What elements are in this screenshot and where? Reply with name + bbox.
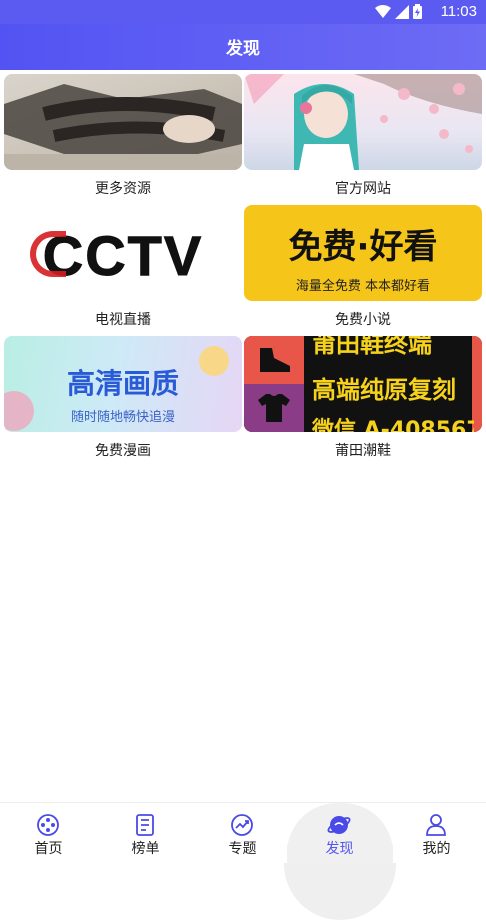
status-time: 11:03 — [440, 3, 477, 20]
discover-item-free-novels[interactable]: 免费·好看 海量全免费 本本都好看 免费小说 — [244, 201, 482, 332]
discover-item-official-site[interactable]: 官方网站 — [244, 70, 482, 201]
item-label: 免费漫画 — [95, 443, 151, 459]
item-thumbnail — [244, 74, 482, 170]
battery-icon — [413, 4, 422, 19]
tab-label: 我的 — [422, 841, 451, 857]
discover-item-tv-live[interactable]: CCTV 电视直播 — [4, 201, 242, 332]
banner-main-text: 免费·好看 — [288, 227, 438, 267]
header: 发现 — [0, 24, 486, 70]
shirt-icon — [258, 394, 290, 422]
item-label: 莆田潮鞋 — [335, 443, 391, 459]
discover-item-more-resources[interactable]: 更多资源 — [4, 70, 242, 201]
discover-item-free-comics[interactable]: 高清画质 随时随地畅快追漫 免费漫画 — [4, 332, 242, 463]
tab-rankings[interactable]: 榜单 — [97, 803, 194, 863]
item-thumbnail: 免费·好看 海量全免费 本本都好看 — [244, 205, 482, 301]
tab-home[interactable]: 首页 — [0, 803, 97, 863]
anime-image — [244, 74, 482, 170]
status-icons — [375, 4, 422, 19]
bottom-tab-bar: 首页 榜单 专题 发现 我的 — [0, 802, 486, 863]
status-bar: 11:03 — [0, 0, 486, 24]
discover-icon — [327, 816, 351, 834]
list-icon — [136, 814, 154, 836]
item-label: 免费小说 — [335, 312, 391, 328]
topic-icon — [231, 814, 253, 836]
shoe-icon — [260, 348, 290, 372]
banner-sub-text: 随时随地畅快追漫 — [70, 410, 175, 425]
item-label: 电视直播 — [95, 312, 151, 328]
tab-topics[interactable]: 专题 — [194, 803, 291, 863]
banner-line-2: 高端纯原复刻 — [312, 376, 456, 404]
home-icon — [37, 814, 59, 836]
banner-line-1: 莆田鞋终端 — [312, 336, 432, 358]
page-title: 发现 — [226, 39, 260, 59]
banner-sub-text: 海量全免费 本本都好看 — [295, 279, 431, 294]
tab-label: 发现 — [325, 841, 354, 857]
banner-line-3: 微信 A-4085675 — [312, 418, 474, 432]
tab-profile[interactable]: 我的 — [388, 803, 485, 863]
item-label: 更多资源 — [95, 181, 151, 197]
banner-main-text: 高清画质 — [66, 367, 179, 400]
photo-image — [4, 84, 242, 170]
tab-label: 首页 — [34, 841, 63, 857]
item-thumbnail: 高清画质 随时随地畅快追漫 — [4, 336, 242, 432]
wifi-icon — [375, 4, 391, 18]
item-thumbnail: 莆田鞋终端 高端纯原复刻 微信 A-4085675 — [244, 336, 482, 432]
item-thumbnail — [4, 74, 242, 170]
item-label: 官方网站 — [335, 181, 391, 197]
discover-item-putian-shoes[interactable]: 莆田鞋终端 高端纯原复刻 微信 A-4085675 莆田潮鞋 — [244, 332, 482, 463]
tab-label: 专题 — [228, 841, 257, 857]
user-icon — [426, 814, 446, 836]
signal-icon — [395, 4, 409, 19]
tab-label: 榜单 — [131, 841, 160, 857]
tab-discover[interactable]: 发现 — [291, 803, 388, 863]
item-thumbnail: CCTV — [4, 205, 242, 301]
